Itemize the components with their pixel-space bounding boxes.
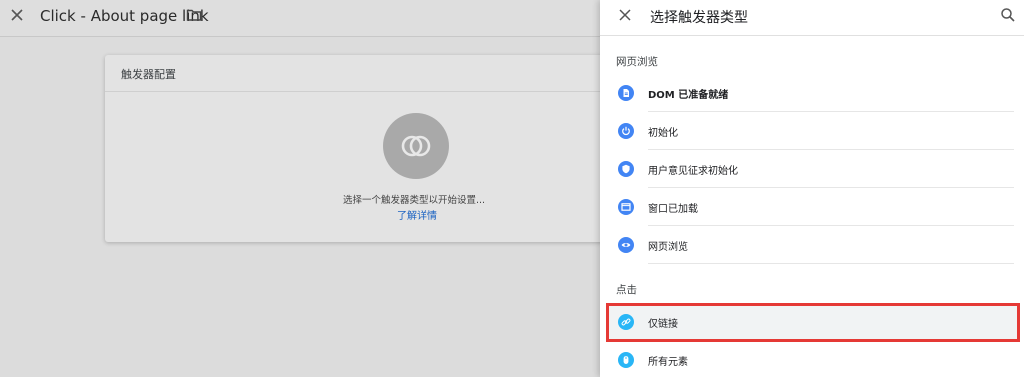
window-icon	[618, 199, 634, 215]
trigger-item-all-elements[interactable]: 所有元素	[606, 341, 1018, 377]
divider	[105, 91, 625, 92]
editor-topbar: Click - About page link	[0, 0, 600, 37]
divider	[648, 263, 1014, 264]
trigger-item-label: 仅链接	[648, 319, 678, 330]
folder-icon[interactable]	[186, 7, 202, 23]
link-icon	[618, 314, 634, 330]
trigger-type-panel: 选择触发器类型 网页浏览 DOM 已准备就绪 初始化 用户意见征求初始化 窗口已…	[600, 0, 1024, 377]
close-icon[interactable]	[8, 6, 26, 24]
power-icon	[618, 123, 634, 139]
eye-icon	[618, 237, 634, 253]
trigger-config-card: 触发器配置 选择一个触发器类型以开始设置... 了解详情	[105, 55, 625, 242]
card-title: 触发器配置	[121, 68, 176, 81]
trigger-placeholder-button[interactable]	[383, 113, 449, 179]
trigger-item-dom-ready[interactable]: DOM 已准备就绪	[606, 74, 1018, 112]
section-label-pageview: 网页浏览	[616, 56, 658, 68]
section-label-click: 点击	[616, 284, 637, 296]
panel-title: 选择触发器类型	[650, 10, 748, 26]
learn-more-link[interactable]: 了解详情	[397, 207, 437, 222]
trigger-item-label: DOM 已准备就绪	[648, 90, 729, 101]
trigger-item-label: 所有元素	[648, 357, 688, 368]
shield-icon	[618, 161, 634, 177]
trigger-name-title[interactable]: Click - About page link	[40, 6, 209, 26]
trigger-type-icon	[401, 135, 431, 157]
empty-state-text: 选择一个触发器类型以开始设置...	[343, 195, 486, 206]
trigger-item-label: 用户意见征求初始化	[648, 166, 738, 177]
search-icon[interactable]	[1000, 7, 1016, 23]
document-icon	[618, 85, 634, 101]
trigger-item-window-loaded[interactable]: 窗口已加载	[606, 188, 1018, 226]
trigger-item-label: 网页浏览	[648, 242, 688, 253]
trigger-item-consent-init[interactable]: 用户意见征求初始化	[606, 150, 1018, 188]
mouse-icon	[618, 352, 634, 368]
trigger-item-just-links[interactable]: 仅链接	[606, 303, 1018, 341]
panel-header: 选择触发器类型	[600, 0, 1024, 36]
trigger-item-page-view[interactable]: 网页浏览	[606, 226, 1018, 264]
trigger-item-label: 窗口已加载	[648, 204, 698, 215]
trigger-item-label: 初始化	[648, 128, 678, 139]
trigger-item-initialization[interactable]: 初始化	[606, 112, 1018, 150]
close-icon[interactable]	[617, 7, 633, 23]
